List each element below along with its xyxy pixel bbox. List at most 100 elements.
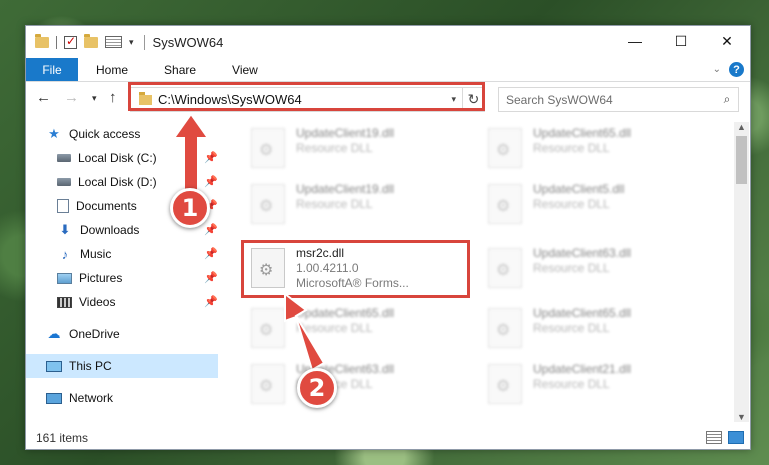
- maximize-button[interactable]: ☐: [658, 26, 704, 56]
- dll-file-icon: [251, 128, 285, 168]
- pin-icon[interactable]: 📌: [204, 223, 218, 236]
- sidebar-item-label: OneDrive: [69, 327, 120, 341]
- file-type: Resource DLL: [533, 141, 610, 155]
- title-divider: [143, 34, 145, 50]
- sidebar-item-this-pc[interactable]: This PC: [26, 354, 218, 378]
- pin-icon[interactable]: 📌: [204, 271, 218, 284]
- search-icon[interactable]: ⌕: [716, 92, 738, 107]
- documents-icon: [57, 199, 69, 213]
- properties-check-icon[interactable]: [64, 34, 77, 49]
- dll-file-icon: [251, 248, 285, 288]
- file-item[interactable]: UpdateClient19.dll Resource DLL: [241, 122, 471, 176]
- vertical-scrollbar[interactable]: ▲ ▼: [734, 122, 749, 422]
- dll-file-icon: [488, 364, 522, 404]
- title-bar: ▾ SysWOW64 — ☐ ✕: [26, 26, 750, 58]
- dll-file-icon: [488, 248, 522, 288]
- file-item-msr2c[interactable]: msr2c.dll 1.00.4211.0 MicrosoftA® Forms.…: [241, 242, 471, 296]
- customize-toolbar-chevron-icon[interactable]: ▾: [129, 37, 134, 48]
- navigation-bar: ← → ▾ ↑ C:\Windows\SysWOW64 ▾ ↻ Search S…: [26, 83, 750, 115]
- file-name: msr2c.dll: [296, 246, 345, 260]
- pin-icon[interactable]: 📌: [204, 295, 218, 308]
- pin-icon[interactable]: 📌: [204, 175, 218, 188]
- explorer-window: ▾ SysWOW64 — ☐ ✕ File Home Share View ⌄ …: [25, 25, 751, 450]
- forward-arrow-icon[interactable]: →: [64, 89, 79, 106]
- window-title: SysWOW64: [152, 34, 224, 50]
- file-name: UpdateClient19.dll: [296, 126, 395, 140]
- dll-file-icon: [251, 364, 285, 404]
- tab-file[interactable]: File: [26, 58, 78, 81]
- scroll-up-icon[interactable]: ▲: [734, 122, 749, 132]
- file-name: UpdateClient63.dll: [533, 246, 632, 260]
- expand-ribbon-chevron-icon[interactable]: ⌄: [713, 64, 721, 75]
- videos-icon: [57, 296, 72, 308]
- drive-icon: [57, 178, 71, 186]
- sidebar-item-label: Local Disk (C:): [78, 151, 157, 165]
- dll-file-icon: [488, 128, 522, 168]
- file-type: Resource DLL: [533, 377, 610, 391]
- toolbar-divider: [56, 35, 57, 49]
- search-placeholder: Search SysWOW64: [506, 92, 613, 107]
- item-count: 161 items: [36, 431, 89, 445]
- recent-locations-chevron-icon[interactable]: ▾: [92, 93, 97, 104]
- file-name: UpdateClient65.dll: [296, 306, 395, 320]
- refresh-icon[interactable]: ↻: [462, 88, 484, 111]
- sidebar-item-pictures[interactable]: Pictures 📌: [57, 266, 218, 290]
- address-history-chevron-icon[interactable]: ▾: [451, 94, 456, 105]
- details-view-icon[interactable]: [706, 431, 722, 444]
- file-version: 1.00.4211.0: [296, 261, 359, 275]
- file-item[interactable]: UpdateClient63.dll Resource DLL: [478, 242, 708, 296]
- sidebar-item-videos[interactable]: Videos 📌: [57, 290, 218, 314]
- file-item[interactable]: UpdateClient63.dll Resource DLL: [241, 358, 471, 412]
- sidebar-item-label: Videos: [79, 295, 116, 309]
- file-name: UpdateClient65.dll: [533, 306, 632, 320]
- dll-file-icon: [488, 308, 522, 348]
- folder-icon: [35, 33, 49, 48]
- file-item[interactable]: UpdateClient65.dll Resource DLL: [241, 302, 471, 356]
- file-type: Resource DLL: [296, 141, 373, 155]
- up-arrow-icon[interactable]: ↑: [109, 89, 117, 106]
- minimize-button[interactable]: —: [612, 26, 658, 56]
- search-input[interactable]: Search SysWOW64 ⌕: [498, 87, 739, 112]
- sidebar-item-onedrive[interactable]: ☁ OneDrive: [46, 322, 218, 346]
- file-type: Resource DLL: [533, 197, 610, 211]
- file-item[interactable]: UpdateClient21.dll Resource DLL: [478, 358, 708, 412]
- sidebar-item-local-disk-c[interactable]: Local Disk (C:) 📌: [57, 146, 218, 170]
- file-name: UpdateClient19.dll: [296, 182, 395, 196]
- file-name: UpdateClient5.dll: [533, 182, 625, 196]
- file-item[interactable]: UpdateClient5.dll Resource DLL: [478, 178, 708, 232]
- callout-badge-1: 1: [170, 188, 210, 228]
- file-name: UpdateClient65.dll: [533, 126, 632, 140]
- sidebar-item-label: Music: [80, 247, 112, 261]
- sidebar-item-label: Pictures: [79, 271, 123, 285]
- tab-share[interactable]: Share: [146, 58, 214, 81]
- scrollbar-thumb[interactable]: [736, 136, 747, 184]
- sidebar-item-label: Network: [69, 391, 114, 405]
- scroll-down-icon[interactable]: ▼: [734, 412, 749, 422]
- download-icon: ⬇: [59, 222, 71, 237]
- sidebar-item-network[interactable]: Network: [46, 386, 218, 410]
- large-icons-view-icon[interactable]: [728, 431, 744, 444]
- properties-icon[interactable]: [105, 36, 122, 48]
- pin-icon[interactable]: 📌: [204, 151, 218, 164]
- sidebar-item-quick-access[interactable]: ★ Quick access: [46, 122, 218, 146]
- file-type: Resource DLL: [296, 197, 373, 211]
- help-icon[interactable]: ?: [729, 62, 744, 77]
- tab-home[interactable]: Home: [78, 58, 146, 81]
- tab-view[interactable]: View: [214, 58, 276, 81]
- sidebar-item-music[interactable]: ♪ Music 📌: [57, 242, 218, 266]
- file-item[interactable]: UpdateClient19.dll Resource DLL: [241, 178, 471, 232]
- sidebar-item-label: This PC: [69, 359, 112, 373]
- new-folder-icon[interactable]: [84, 33, 98, 48]
- pin-icon[interactable]: 📌: [204, 247, 218, 260]
- close-button[interactable]: ✕: [704, 26, 750, 56]
- cloud-icon: ☁: [47, 326, 61, 341]
- back-arrow-icon[interactable]: ←: [36, 89, 51, 106]
- address-path[interactable]: C:\Windows\SysWOW64: [158, 92, 451, 107]
- file-type: Resource DLL: [533, 321, 610, 335]
- address-bar[interactable]: C:\Windows\SysWOW64 ▾ ↻: [130, 87, 485, 112]
- file-item[interactable]: UpdateClient65.dll Resource DLL: [478, 302, 708, 356]
- navigation-pane: ★ Quick access Local Disk (C:) 📌 Local D…: [26, 122, 218, 418]
- quick-access-toolbar: ▾: [26, 33, 134, 49]
- view-switcher: [706, 431, 744, 444]
- file-item[interactable]: UpdateClient65.dll Resource DLL: [478, 122, 708, 176]
